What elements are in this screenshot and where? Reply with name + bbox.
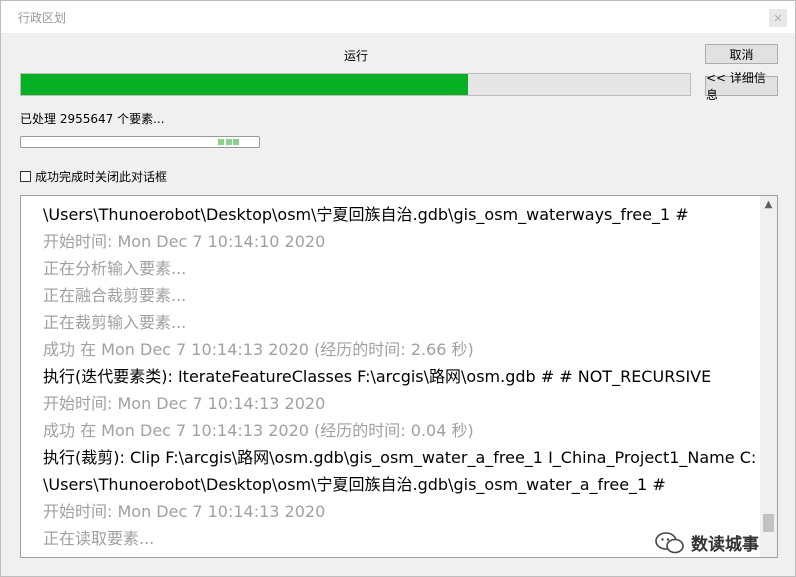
log-line: \Users\Thunoerobot\Desktop\osm\宁夏回族自治.gd… <box>43 475 666 494</box>
cancel-button[interactable]: 取消 <box>705 44 778 64</box>
progress-dialog: 行政区划 ✕ 运行 取消 << 详细信息 已处理 2955647 个要素... … <box>0 0 796 577</box>
sub-progress-segment <box>226 139 232 145</box>
log-line: \Users\Thunoerobot\Desktop\osm\宁夏回族自治.gd… <box>43 205 689 224</box>
details-button[interactable]: << 详细信息 <box>705 71 778 102</box>
log-line: 开始时间: Mon Dec 7 10:14:10 2020 <box>43 232 326 251</box>
log-lines: \Users\Thunoerobot\Desktop\osm\宁夏回族自治.gd… <box>43 201 757 557</box>
close-on-success-label: 成功完成时关闭此对话框 <box>35 170 168 184</box>
log-line: 成功 在 Mon Dec 7 10:14:13 2020 (经历的时间: 0.0… <box>43 421 474 440</box>
scroll-thumb[interactable] <box>763 514 774 532</box>
message-log[interactable]: \Users\Thunoerobot\Desktop\osm\宁夏回族自治.gd… <box>20 195 778 558</box>
window-title: 行政区划 <box>18 11 67 25</box>
close-on-success-option[interactable]: 成功完成时关闭此对话框 <box>20 168 167 185</box>
title-bar: 行政区划 ✕ <box>1 1 795 33</box>
log-line: 执行(迭代要素类): IterateFeatureClasses F:\arcg… <box>43 367 712 386</box>
log-line: 成功 在 Mon Dec 7 10:14:13 2020 (经历的时间: 2.6… <box>43 340 474 359</box>
sub-progress-bar <box>20 136 260 148</box>
log-line: 开始时间: Mon Dec 7 10:14:13 2020 <box>43 394 326 413</box>
log-line: 开始时间: Mon Dec 7 10:14:13 2020 <box>43 502 326 521</box>
processed-count: 已处理 2955647 个要素... <box>20 112 165 126</box>
log-line: 正在读取要素... <box>43 529 155 548</box>
log-line: 执行(裁剪): Clip F:\arcgis\路网\osm.gdb\gis_os… <box>43 448 757 467</box>
sub-progress-segment <box>233 139 239 145</box>
scroll-up-arrow-icon[interactable]: ▲ <box>763 199 774 210</box>
close-on-success-checkbox[interactable] <box>20 171 31 182</box>
log-line: 正在分析... <box>43 552 757 557</box>
log-scrollbar[interactable]: ▲ <box>760 196 777 557</box>
watermark-text: 数读城事 <box>691 535 759 555</box>
wechat-icon <box>655 531 684 553</box>
status-label: 运行 <box>343 49 368 63</box>
watermark: 数读城事 <box>655 530 759 555</box>
main-progress-bar <box>20 73 691 96</box>
log-line: 正在分析输入要素... <box>43 259 187 278</box>
close-icon: ✕ <box>773 11 783 25</box>
log-line: 正在裁剪输入要素... <box>43 313 187 332</box>
sub-progress-segment <box>218 139 224 145</box>
main-progress-fill <box>21 74 468 95</box>
close-button[interactable]: ✕ <box>769 9 787 27</box>
log-line: 正在融合裁剪要素... <box>43 286 187 305</box>
